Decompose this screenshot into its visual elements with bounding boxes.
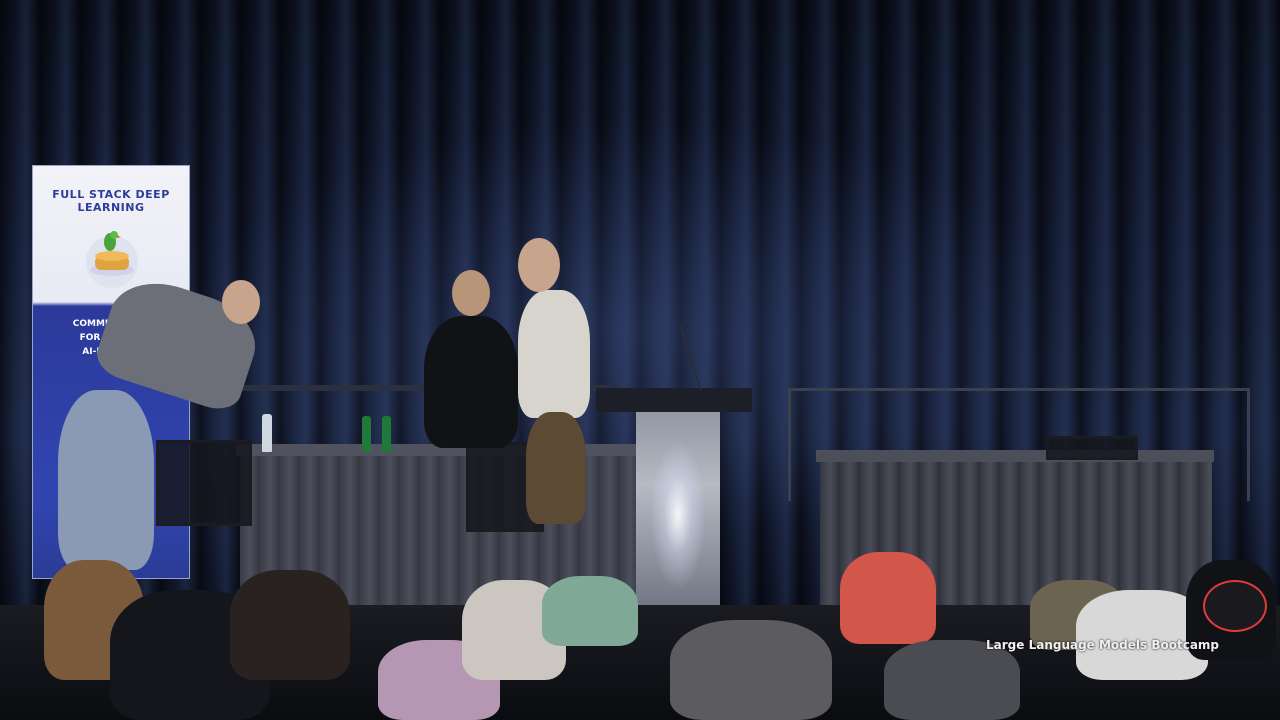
audience-member	[670, 620, 832, 720]
green-bottle	[362, 416, 371, 452]
presenter-leaning-legs	[58, 390, 154, 570]
table-top-right	[816, 450, 1214, 462]
stage-chair	[156, 440, 252, 526]
video-caption: Large Language Models Bootcamp	[986, 638, 1220, 652]
water-bottle	[262, 414, 272, 452]
presenter-right-head	[518, 238, 560, 292]
conference-stage-scene: FULL STACK DEEP LEARNING COMMUNITY AI FO…	[0, 0, 1280, 720]
presenter-center-head	[452, 270, 490, 316]
presenter-center-torso	[424, 316, 518, 448]
stage-chair	[1046, 436, 1138, 460]
green-bottle	[382, 416, 391, 452]
audience-member	[840, 552, 936, 644]
presenter-right-legs	[526, 412, 586, 524]
audience-member	[884, 640, 1020, 720]
banner-title: FULL STACK DEEP LEARNING	[52, 188, 170, 214]
audience-member	[542, 576, 638, 646]
presenter-leaning-head	[222, 280, 260, 324]
audience-member	[230, 570, 350, 680]
podium-top	[596, 388, 752, 412]
shirt-logo-patch-icon	[1203, 580, 1267, 632]
parrot-pancake-logo-icon	[86, 231, 138, 288]
podium-light	[650, 440, 706, 590]
presenter-right-torso	[518, 290, 590, 418]
